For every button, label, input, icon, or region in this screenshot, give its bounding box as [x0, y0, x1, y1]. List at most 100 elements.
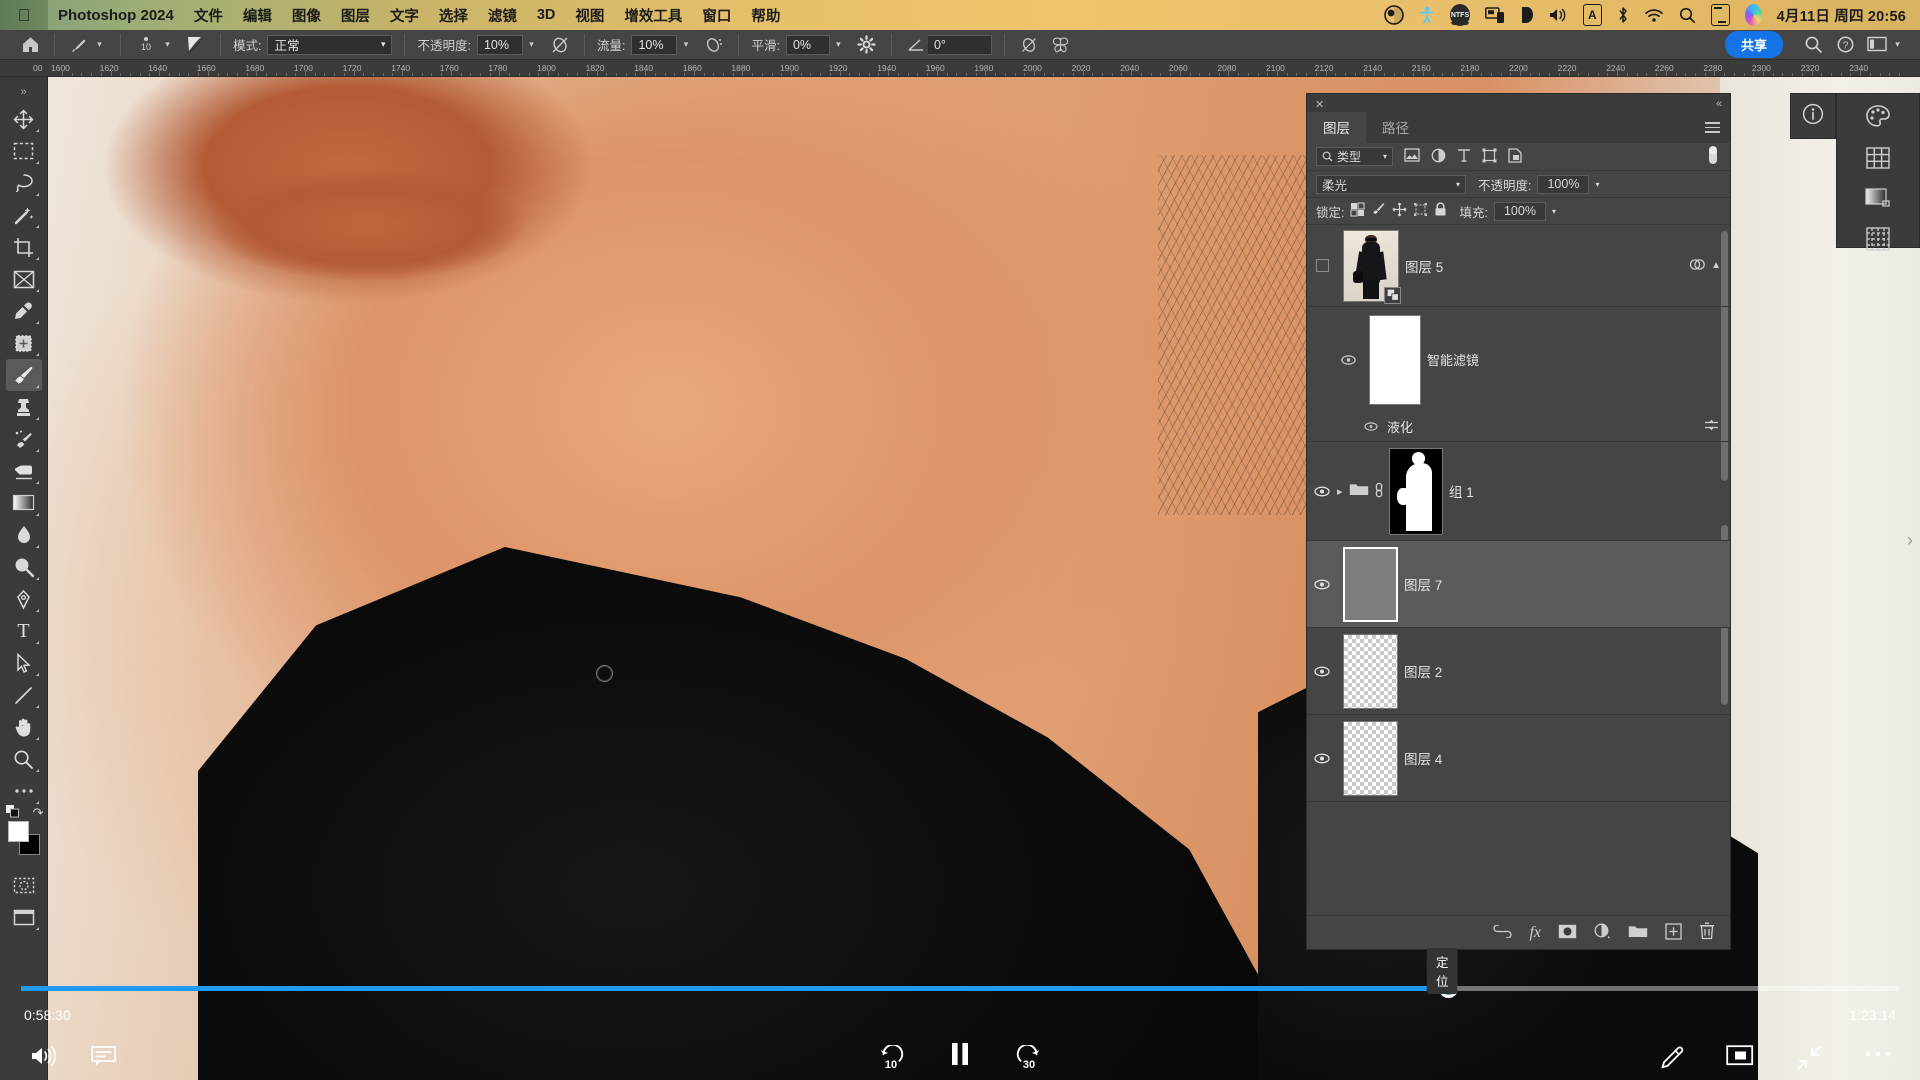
layer-row-group[interactable]: ▸ 组 1 [1307, 442, 1730, 541]
symmetry-button[interactable] [1045, 30, 1077, 60]
bluetooth-icon[interactable] [1617, 4, 1629, 26]
annotate-pencil-icon[interactable] [1658, 1045, 1684, 1076]
pause-button[interactable] [947, 1040, 973, 1073]
clone-stamp-tool[interactable] [6, 391, 42, 423]
menu-help[interactable]: 帮助 [751, 5, 780, 26]
expand-panel-icon[interactable]: › [1900, 520, 1920, 560]
blur-tool[interactable] [6, 519, 42, 551]
layer-row-smart-object[interactable]: 图层 5 ▲ [1307, 225, 1730, 307]
menu-window[interactable]: 窗口 [702, 5, 731, 26]
lock-all-icon[interactable] [1434, 202, 1447, 220]
layer-thumbnail[interactable] [1343, 634, 1398, 709]
lock-artboard-icon[interactable] [1413, 202, 1428, 220]
layer-name[interactable]: 图层 7 [1404, 574, 1730, 594]
smartobject-filter-icon[interactable] [1508, 148, 1522, 166]
accessibility-icon[interactable] [1419, 4, 1435, 26]
edit-toolbar-more[interactable] [6, 775, 42, 807]
panel-menu-icon[interactable] [1705, 122, 1720, 136]
pressure-size-toggle[interactable] [1013, 30, 1045, 60]
link-icon[interactable] [1373, 481, 1385, 501]
close-icon[interactable]: ✕ [1315, 98, 1324, 111]
obs-icon[interactable] [1384, 4, 1404, 26]
menu-select[interactable]: 选择 [439, 5, 468, 26]
chevron-down-icon[interactable]: ▾ [91, 34, 108, 56]
blend-mode-control[interactable]: 模式: 正常 ▾ [229, 30, 396, 60]
lock-image-icon[interactable] [1371, 202, 1386, 220]
layer-visibility-toggle[interactable] [1307, 666, 1337, 677]
flow-input[interactable]: 10% [631, 35, 677, 55]
layer-fill-input[interactable]: 100% [1494, 202, 1546, 221]
brush-preset-picker[interactable]: ▾ [63, 30, 112, 60]
workspace-switcher[interactable]: ▾ [1861, 30, 1910, 60]
more-options-icon[interactable] [1864, 1045, 1892, 1076]
mode-select[interactable]: 正常 ▾ [267, 35, 392, 55]
blend-mode-select[interactable]: 柔光 ▾ [1316, 175, 1466, 194]
layer-row-liquify-filter[interactable]: 液化 [1307, 412, 1730, 442]
adjustment-filter-icon[interactable] [1431, 148, 1446, 166]
picture-in-picture-icon[interactable] [1726, 1045, 1754, 1076]
layer-filter-type-select[interactable]: 类型 ▾ [1316, 147, 1393, 166]
zoom-tool[interactable] [6, 743, 42, 775]
brush-settings-button[interactable] [180, 30, 212, 60]
forward-30-button[interactable]: 30 [1015, 1043, 1043, 1071]
smart-filter-visibility-toggle[interactable] [1333, 355, 1363, 365]
move-tool[interactable] [6, 103, 42, 135]
smoothing-input[interactable]: 0% [786, 35, 830, 55]
share-button[interactable]: 共享 [1725, 31, 1783, 58]
layer-thumbnail[interactable] [1343, 721, 1398, 796]
layer-visibility-toggle[interactable] [1307, 259, 1337, 272]
liquify-filter-name[interactable]: 液化 [1387, 417, 1704, 436]
home-button[interactable] [14, 30, 46, 60]
flow-control[interactable]: 流量: 10% ▾ [593, 30, 698, 60]
chevron-right-icon[interactable]: ▸ [1337, 485, 1349, 498]
chevron-down-icon[interactable]: ▾ [1552, 207, 1556, 216]
screen-mode-button[interactable] [6, 901, 42, 933]
menu-type[interactable]: 文字 [390, 5, 419, 26]
layer-name[interactable]: 图层 5 [1405, 256, 1689, 276]
liquify-visibility-toggle[interactable] [1359, 422, 1383, 431]
filter-settings-icon[interactable] [1704, 419, 1719, 434]
spotlight-icon[interactable] [1679, 4, 1696, 26]
foreground-color-swatch[interactable] [8, 821, 29, 842]
layer-thumbnail[interactable] [1343, 547, 1398, 622]
chevron-down-icon[interactable]: ▾ [830, 34, 847, 56]
patterns-icon[interactable] [1866, 227, 1890, 256]
type-tool[interactable]: T [6, 615, 42, 647]
new-layer-icon[interactable] [1665, 923, 1682, 943]
spot-healing-tool[interactable] [6, 327, 42, 359]
lock-transparency-icon[interactable] [1350, 202, 1365, 220]
progress-handle[interactable]: 定位 [1439, 979, 1458, 998]
menu-file[interactable]: 文件 [194, 5, 223, 26]
type-filter-icon[interactable] [1457, 148, 1471, 165]
color-swatches[interactable]: ↷ [6, 821, 42, 855]
volume-icon[interactable] [1548, 4, 1568, 26]
menu-image[interactable]: 图像 [292, 5, 321, 26]
line-shape-tool[interactable] [6, 679, 42, 711]
pen-tool[interactable] [6, 583, 42, 615]
hand-tool[interactable] [6, 711, 42, 743]
ntfs-icon[interactable]: NTFS [1450, 4, 1470, 26]
add-mask-icon[interactable] [1558, 924, 1577, 942]
crop-tool[interactable] [6, 231, 42, 263]
search-button[interactable] [1797, 30, 1829, 60]
brush-tool[interactable] [6, 359, 42, 391]
group-mask-thumbnail[interactable] [1389, 448, 1443, 535]
bartender-icon[interactable] [1520, 4, 1533, 26]
swap-colors-icon[interactable]: ↷ [33, 805, 44, 821]
lasso-tool[interactable] [6, 167, 42, 199]
quick-mask-button[interactable] [6, 869, 42, 901]
wifi-icon[interactable] [1644, 4, 1664, 26]
marquee-tool[interactable] [6, 135, 42, 167]
brush-angle-control[interactable]: 0° [900, 30, 996, 60]
exit-fullscreen-icon[interactable] [1796, 1045, 1822, 1076]
swatches-grid-icon[interactable] [1866, 147, 1890, 174]
layer-effects-icon[interactable] [1689, 257, 1706, 275]
path-selection-tool[interactable] [6, 647, 42, 679]
control-center-icon[interactable] [1711, 4, 1730, 26]
tab-layers[interactable]: 图层 [1307, 112, 1366, 143]
menu-layer[interactable]: 图层 [341, 5, 370, 26]
rewind-10-button[interactable]: 10 [877, 1043, 905, 1071]
layer-row[interactable]: 图层 2 [1307, 628, 1730, 715]
opacity-control[interactable]: 不透明度: 10% ▾ [413, 30, 543, 60]
layer-row-smart-filters[interactable]: 智能滤镜 [1307, 307, 1730, 412]
